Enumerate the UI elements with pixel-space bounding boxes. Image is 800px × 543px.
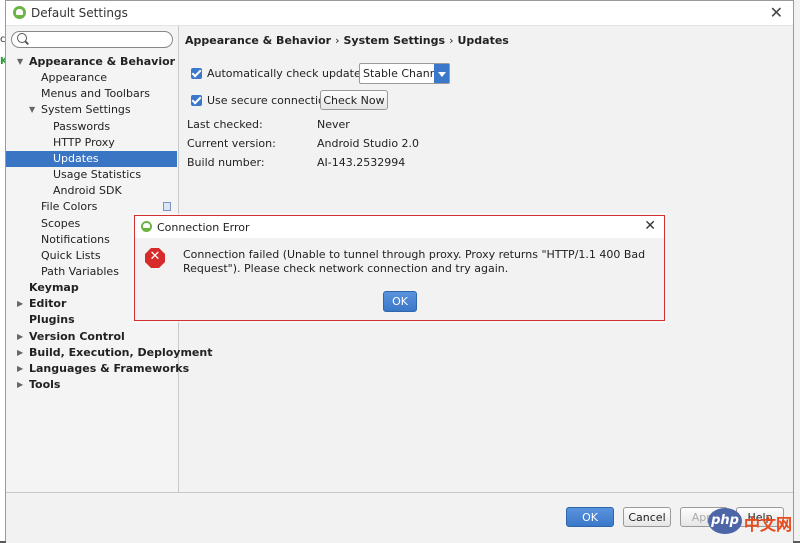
sidebar-item-label: Tools (29, 378, 61, 391)
watermark-text: 中文网 (744, 515, 793, 534)
sidebar-item-label: Plugins (29, 313, 75, 327)
close-icon[interactable]: ✕ (770, 3, 783, 22)
collapse-arrow-icon[interactable]: ▶ (17, 296, 23, 312)
collapse-arrow-icon[interactable]: ▶ (17, 361, 23, 377)
sidebar-item-label: Scopes (41, 216, 81, 230)
search-input[interactable] (11, 31, 173, 48)
error-icon: ✕ (145, 248, 165, 268)
collapse-arrow-icon[interactable]: ▶ (17, 329, 23, 345)
sidebar-item-menus-and-toolbars[interactable]: Menus and Toolbars (6, 86, 177, 102)
cancel-button[interactable]: Cancel (623, 507, 671, 527)
sidebar-item-languages-frameworks[interactable]: ▶ Languages & Frameworks (6, 361, 189, 377)
last-checked-value: Never (317, 118, 350, 131)
breadcrumb: Appearance & Behavior › System Settings › Up… (185, 34, 509, 47)
sidebar-item-build-execution-deployment[interactable]: ▶ Build, Execution, Deployment (6, 345, 212, 361)
android-app-icon (141, 221, 152, 232)
secure-connection-checkbox[interactable] (191, 95, 202, 106)
expand-arrow-icon[interactable]: ▼ (17, 54, 23, 70)
android-app-icon (13, 6, 26, 19)
channel-select[interactable]: Stable Channel (359, 63, 450, 84)
sidebar-item-label: Android SDK (53, 184, 122, 198)
collapse-arrow-icon[interactable]: ▶ (17, 377, 23, 393)
breadcrumb-separator: › (449, 34, 454, 47)
collapse-arrow-icon[interactable]: ▶ (17, 345, 23, 361)
breadcrumb-item: System Settings (343, 34, 446, 47)
sidebar-item-label: System Settings (41, 103, 131, 117)
sidebar-item-label: Usage Statistics (53, 168, 142, 182)
sidebar-item-appearance[interactable]: Appearance (6, 70, 177, 86)
secure-connection-label: Use secure connection (207, 94, 332, 107)
sidebar-item-file-colors[interactable]: File Colors (6, 199, 177, 215)
dialog-title-bar: Connection Error ✕ (135, 216, 664, 238)
sidebar-item-updates[interactable]: Updates (6, 150, 177, 167)
expand-arrow-icon[interactable]: ▼ (29, 102, 35, 118)
sidebar-item-label: Appearance & Behavior (29, 55, 176, 68)
watermark: php 中文网 (708, 508, 794, 534)
ok-button[interactable]: OK (566, 507, 614, 527)
sidebar-item-usage-statistics[interactable]: Usage Statistics (6, 167, 177, 183)
sidebar-item-label: Editor (29, 297, 67, 311)
sidebar-item-appearance-behavior[interactable]: ▼ Appearance & Behavior (6, 54, 177, 70)
sidebar-item-label: Languages & Frameworks (29, 361, 190, 375)
search-icon (17, 33, 27, 43)
sidebar-item-label: Version Control (29, 329, 125, 343)
auto-check-checkbox[interactable] (191, 68, 202, 79)
connection-error-dialog: Connection Error ✕ ✕ Connection failed (… (134, 215, 665, 321)
window-title: Default Settings (31, 6, 128, 20)
breadcrumb-separator: › (335, 34, 340, 47)
current-version-label: Current version: (187, 137, 276, 150)
dialog-ok-button[interactable]: OK (383, 291, 417, 312)
build-number-value: AI-143.2532994 (317, 156, 406, 169)
error-message: Connection failed (Unable to tunnel thro… (183, 248, 646, 275)
breadcrumb-item: Updates (457, 34, 509, 47)
sidebar-item-label: Appearance (41, 71, 108, 85)
sidebar-item-label: Keymap (29, 281, 79, 295)
sidebar-item-android-sdk[interactable]: Android SDK (6, 183, 177, 199)
copy-icon (163, 202, 171, 212)
chevron-down-icon (434, 64, 449, 83)
breadcrumb-item: Appearance & Behavior (185, 34, 332, 47)
dialog-title: Connection Error (157, 221, 250, 234)
sidebar-item-http-proxy[interactable]: HTTP Proxy (6, 135, 177, 151)
sidebar-item-label: Passwords (53, 119, 111, 133)
title-bar: Default Settings ✕ (6, 1, 793, 26)
close-icon[interactable]: ✕ (644, 218, 656, 234)
sidebar-item-system-settings[interactable]: ▼ System Settings (6, 102, 177, 118)
dialog-footer: OK Cancel Appl Help (6, 492, 793, 543)
sidebar-item-label: Path Variables (41, 264, 119, 278)
sidebar-item-label: Notifications (41, 232, 110, 246)
check-now-button[interactable]: Check Now (320, 90, 388, 110)
build-number-label: Build number: (187, 156, 265, 169)
sidebar-item-version-control[interactable]: ▶ Version Control (6, 329, 177, 345)
sidebar-item-passwords[interactable]: Passwords (6, 119, 177, 135)
sidebar-item-label: Menus and Toolbars (41, 87, 150, 101)
sidebar-item-label: Quick Lists (41, 248, 101, 262)
watermark-logo: php (708, 508, 742, 534)
current-version-value: Android Studio 2.0 (317, 137, 420, 150)
sidebar-item-tools[interactable]: ▶ Tools (6, 377, 177, 393)
last-checked-label: Last checked: (187, 118, 263, 131)
sidebar-item-label: File Colors (41, 200, 98, 214)
sidebar-item-label: HTTP Proxy (53, 135, 115, 149)
sidebar-item-label: Updates (53, 151, 99, 165)
